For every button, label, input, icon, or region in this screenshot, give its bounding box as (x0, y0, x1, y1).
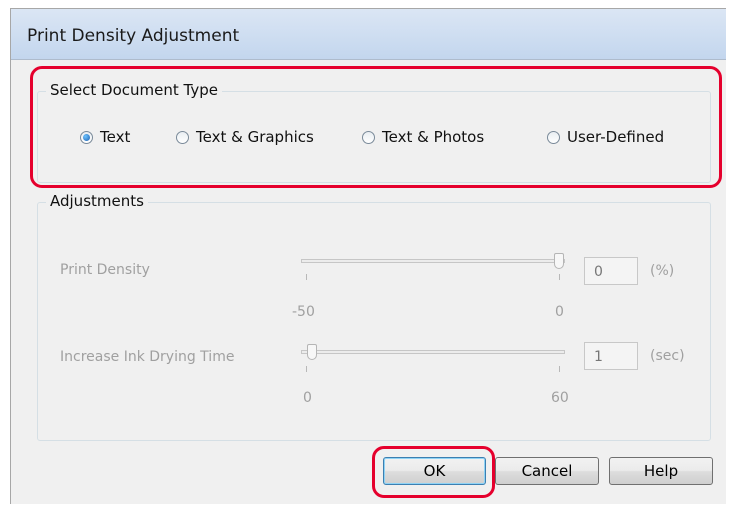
dialog-title: Print Density Adjustment (27, 26, 240, 46)
cancel-button[interactable]: Cancel (495, 457, 599, 485)
help-button[interactable]: Help (609, 457, 713, 485)
drying-time-slider-track (301, 350, 565, 354)
print-density-min-label: -50 (292, 304, 315, 320)
print-density-max-label: 0 (555, 304, 564, 320)
print-density-unit: (%) (650, 263, 675, 279)
title-bar: Print Density Adjustment (11, 9, 726, 60)
print-density-min-tick (306, 274, 307, 280)
drying-time-max-tick (559, 366, 560, 372)
drying-time-min-label: 0 (303, 390, 312, 406)
drying-time-slider-thumb[interactable] (307, 344, 317, 360)
print-density-value-field[interactable]: 0 (584, 257, 638, 285)
print-density-dialog: Print Density Adjustment Select Document… (10, 8, 726, 504)
document-type-highlight (30, 66, 722, 188)
ok-button-highlight (372, 446, 495, 498)
drying-time-label: Increase Ink Drying Time (60, 349, 235, 365)
drying-time-max-label: 60 (551, 390, 569, 406)
print-density-label: Print Density (60, 262, 150, 278)
adjustments-legend: Adjustments (46, 192, 148, 210)
print-density-slider-thumb[interactable] (554, 253, 564, 269)
adjustments-group: Adjustments (37, 192, 711, 441)
drying-time-value-field[interactable]: 1 (584, 342, 638, 370)
drying-time-min-tick (306, 366, 307, 372)
print-density-max-tick (559, 274, 560, 280)
drying-time-unit: (sec) (650, 348, 685, 364)
print-density-slider-track (301, 259, 565, 263)
